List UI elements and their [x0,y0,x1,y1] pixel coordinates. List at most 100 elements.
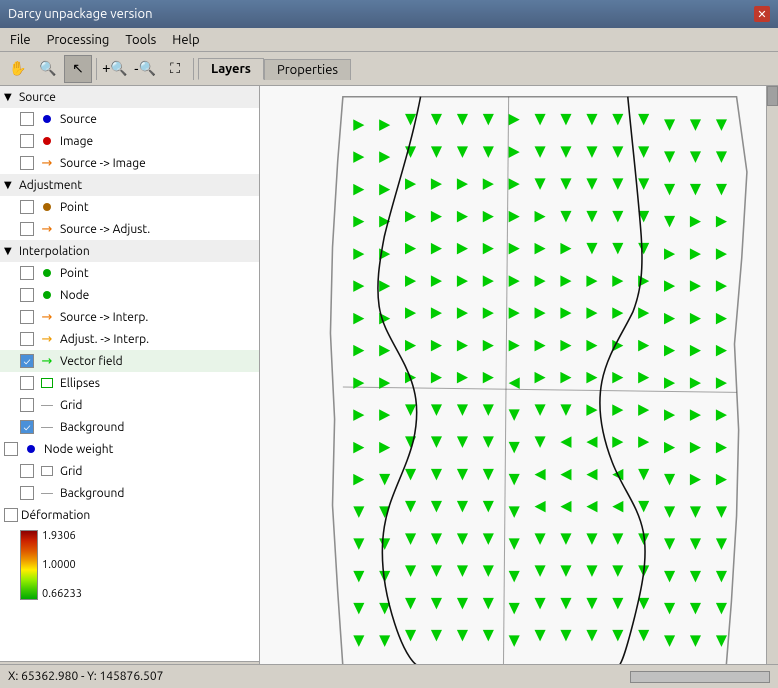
svg-text:▼: ▼ [405,561,417,578]
nw-grid-checkbox[interactable] [20,464,34,478]
source-checkbox[interactable] [20,112,34,126]
adj-source-layer-item[interactable]: → Source -> Adjust. [0,218,259,240]
source-image-layer-item[interactable]: → Source -> Image [0,152,259,174]
source-interp-checkbox[interactable] [20,310,34,324]
grid-checkbox[interactable] [20,398,34,412]
vector-field-checkbox[interactable] [20,354,34,368]
ellipses-checkbox[interactable] [20,376,34,390]
menu-processing[interactable]: Processing [41,32,116,48]
svg-text:▶: ▶ [612,400,624,417]
svg-text:◀: ◀ [560,464,572,481]
layers-scroll[interactable]: ▼ Source Source Image → Source -> Image … [0,86,259,661]
svg-text:▶: ▶ [509,238,521,255]
svg-text:▼: ▼ [664,631,676,648]
fit-button[interactable]: ⛶ [161,55,189,83]
svg-text:▼: ▼ [586,206,598,223]
svg-text:▼: ▼ [509,502,521,519]
svg-text:▶: ▶ [716,308,728,325]
source-section-header[interactable]: ▼ Source [0,86,259,108]
svg-text:▼: ▼ [664,179,676,196]
adj-point-checkbox[interactable] [20,200,34,214]
source-interp-layer-item[interactable]: → Source -> Interp. [0,306,259,328]
svg-text:▼: ▼ [612,529,624,546]
menu-tools[interactable]: Tools [119,32,162,48]
adj-point-layer-item[interactable]: Point [0,196,259,218]
svg-text:▼: ▼ [535,400,547,417]
menu-file[interactable]: File [4,32,37,48]
tab-properties[interactable]: Properties [264,59,351,80]
horizontal-scrollbar[interactable] [630,671,770,683]
adjustment-section-header[interactable]: ▼ Adjustment [0,174,259,196]
hand-tool-button[interactable]: ✋ [4,55,32,83]
svg-text:▼: ▼ [560,561,572,578]
image-layer-item[interactable]: Image [0,130,259,152]
adjust-interp-checkbox[interactable] [20,332,34,346]
nw-bg-layer-item[interactable]: — Background [0,482,259,504]
svg-text:▶: ▶ [353,147,365,164]
select-button[interactable]: ↖ [64,55,92,83]
interp-point-layer-item[interactable]: Point [0,262,259,284]
svg-text:▶: ▶ [664,308,676,325]
svg-text:▶: ▶ [716,469,728,486]
svg-text:▶: ▶ [560,335,572,352]
svg-text:▼: ▼ [509,469,521,486]
background-layer-item[interactable]: — Background [0,416,259,438]
deformation-layer-item[interactable]: Déformation [0,504,259,526]
svg-text:▶: ▶ [690,340,702,357]
svg-text:▶: ▶ [638,335,650,352]
source-image-arrow-icon: → [37,156,57,170]
svg-text:▶: ▶ [353,340,365,357]
ellipses-layer-item[interactable]: Ellipses [0,372,259,394]
status-bar: X: 65362.980 - Y: 145876.507 [0,664,778,688]
svg-text:▶: ▶ [483,174,495,191]
interp-node-checkbox[interactable] [20,288,34,302]
svg-text:▼: ▼ [612,593,624,610]
svg-text:▶: ▶ [353,373,365,390]
tab-bar: Layers Properties [198,58,351,80]
svg-text:▼: ▼ [509,598,521,615]
menu-help[interactable]: Help [166,32,205,48]
zoom-in2-button[interactable]: +🔍 [101,55,129,83]
colorbar-section: 1.9306 1.0000 0.66233 [0,526,259,604]
svg-text:▼: ▼ [716,502,728,519]
svg-text:▼: ▼ [431,625,443,642]
adjust-interp-layer-item[interactable]: → Adjust. -> Interp. [0,328,259,350]
vertical-scrollbar[interactable] [766,86,778,688]
interp-node-layer-item[interactable]: Node [0,284,259,306]
svg-text:▼: ▼ [431,593,443,610]
zoom-out-button[interactable]: -🔍 [131,55,159,83]
svg-text:▼: ▼ [586,238,598,255]
tab-layers[interactable]: Layers [198,58,264,80]
image-checkbox[interactable] [20,134,34,148]
svg-text:▼: ▼ [690,115,702,132]
adjustment-section-label: Adjustment [19,179,82,192]
nw-grid-layer-item[interactable]: Grid [0,460,259,482]
nodeweight-layer-item[interactable]: Node weight [0,438,259,460]
vector-field-layer-item[interactable]: → Vector field [0,350,259,372]
deformation-checkbox[interactable] [4,508,18,522]
svg-text:▶: ▶ [483,335,495,352]
grid-layer-item[interactable]: — Grid [0,394,259,416]
ellipses-label: Ellipses [60,377,100,390]
source-layer-item[interactable]: Source [0,108,259,130]
svg-text:▼: ▼ [379,631,391,648]
nodeweight-label: Node weight [44,443,113,456]
interpolation-section-header[interactable]: ▼ Interpolation [0,240,259,262]
interp-point-checkbox[interactable] [20,266,34,280]
svg-text:▼: ▼ [353,566,365,583]
nw-bg-checkbox[interactable] [20,486,34,500]
svg-text:▼: ▼ [483,496,495,513]
background-checkbox[interactable] [20,420,34,434]
nodeweight-checkbox[interactable] [4,442,18,456]
zoom-in-button[interactable]: 🔍 [34,55,62,83]
svg-text:▼: ▼ [509,405,521,422]
source-toggle: ▼ [4,91,16,103]
svg-text:▼: ▼ [509,437,521,454]
svg-text:▼: ▼ [560,206,572,223]
source-image-checkbox[interactable] [20,156,34,170]
svg-text:▼: ▼ [509,631,521,648]
svg-text:▶: ▶ [612,335,624,352]
adj-source-checkbox[interactable] [20,222,34,236]
close-button[interactable]: ✕ [754,6,770,22]
svg-text:▼: ▼ [431,496,443,513]
